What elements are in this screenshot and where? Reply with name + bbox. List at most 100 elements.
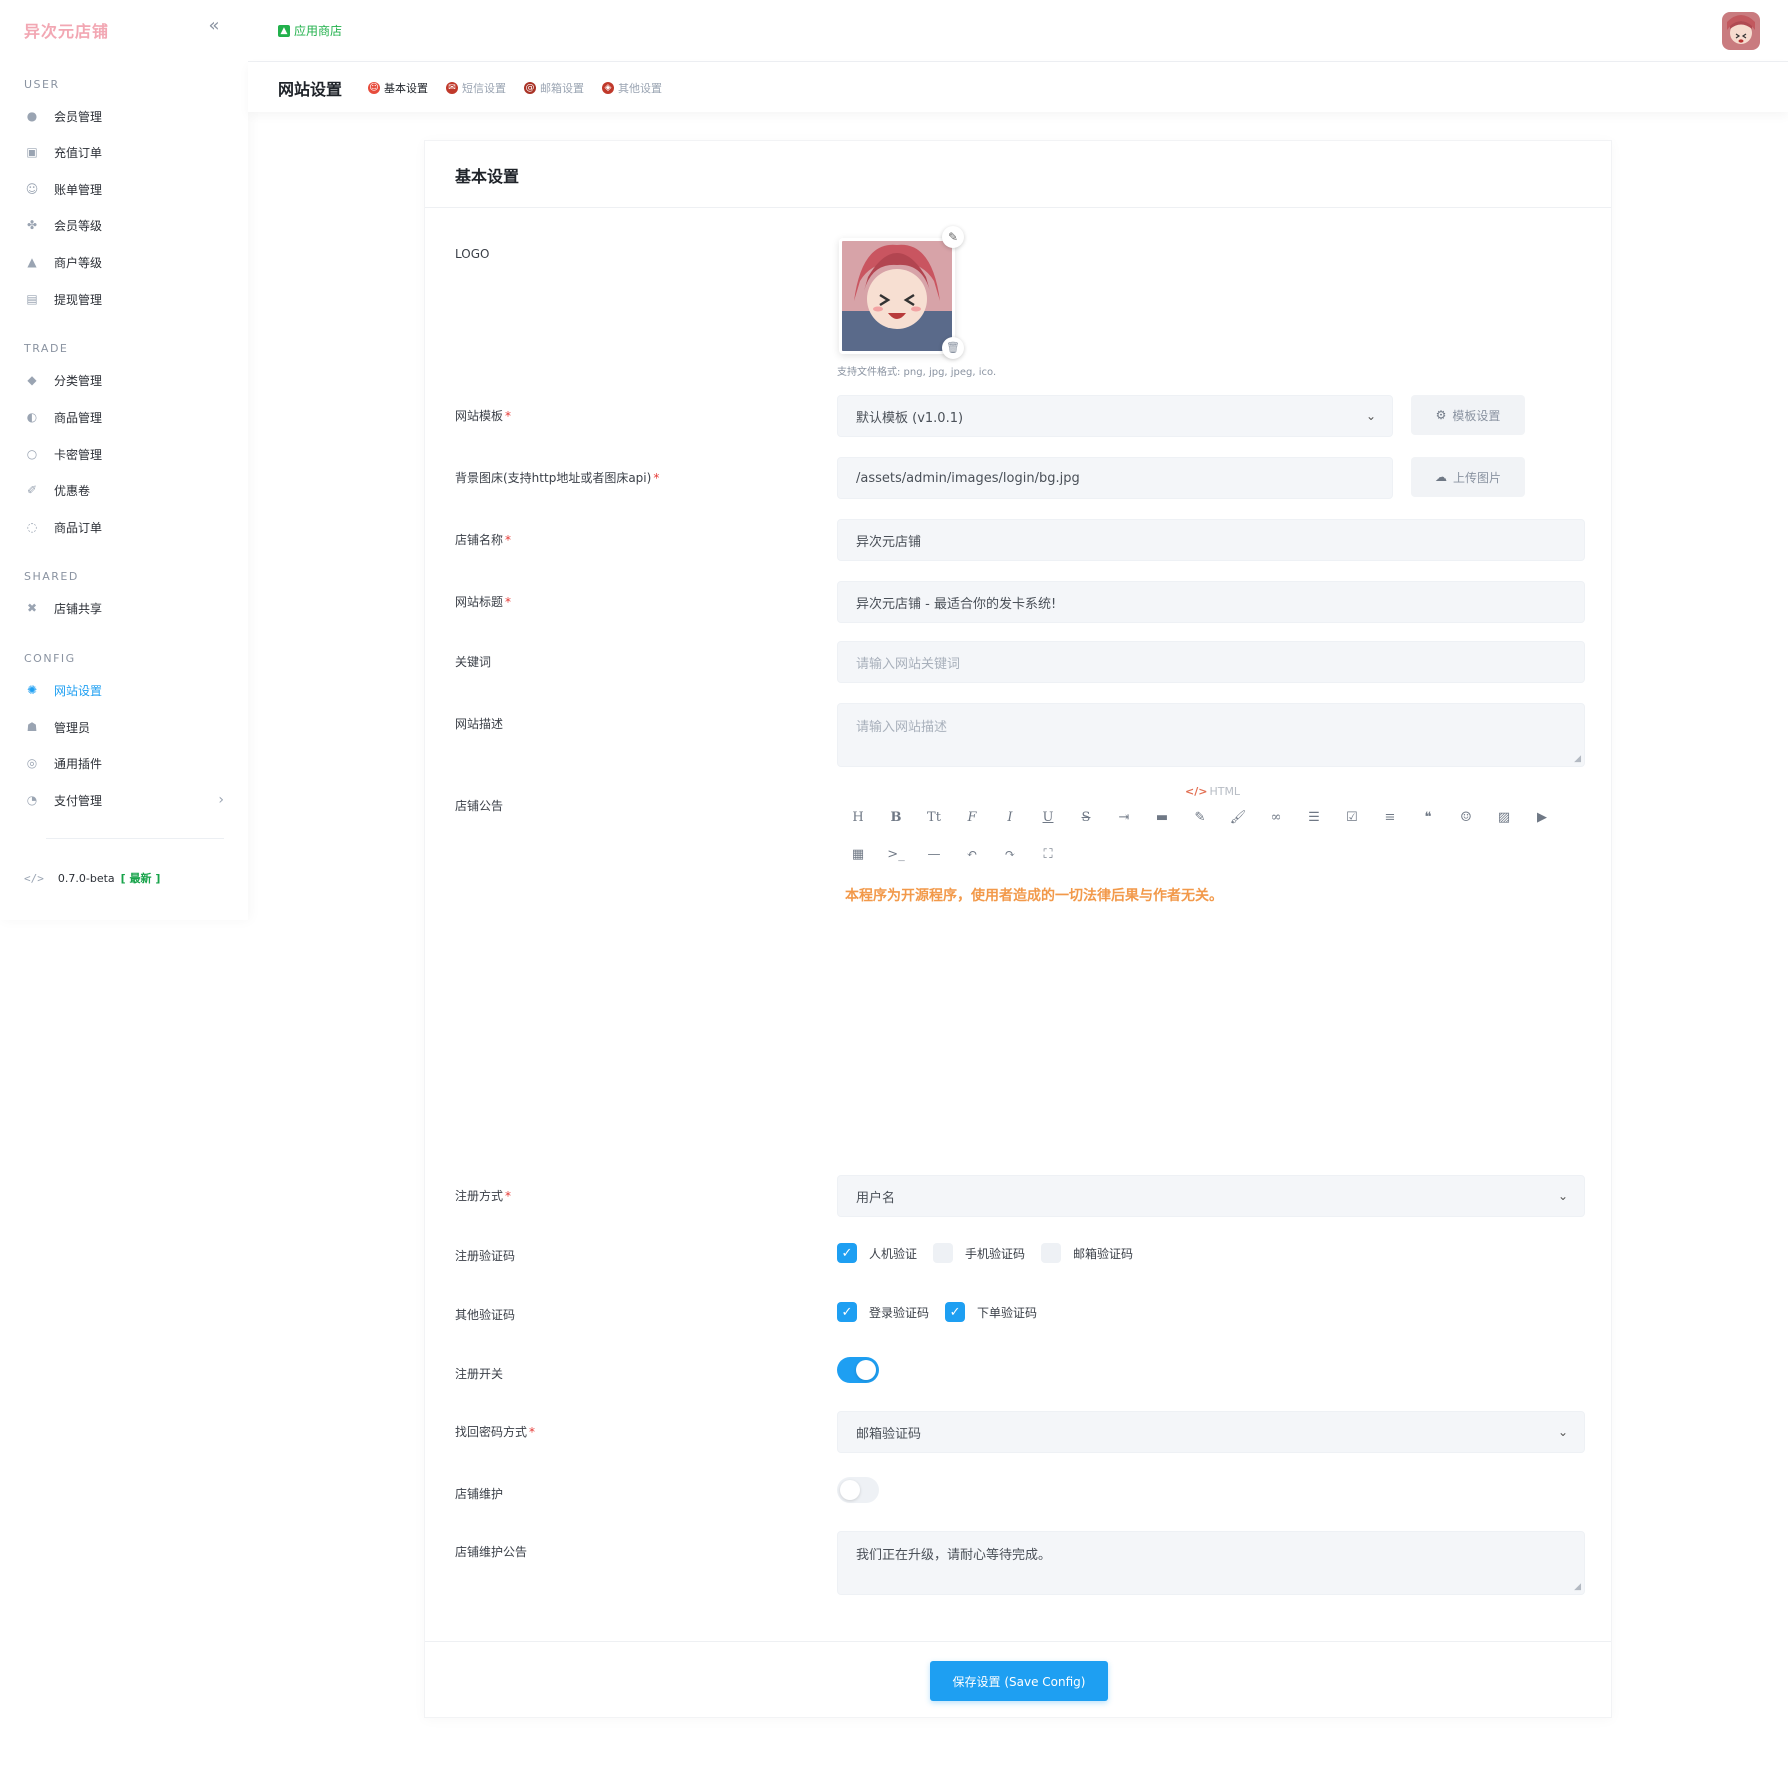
undo-icon[interactable]: ↶ bbox=[953, 844, 991, 866]
sidebar-item-members[interactable]: ● 会员管理 bbox=[24, 102, 228, 130]
fullscreen-icon[interactable]: ⛶ bbox=[1029, 844, 1067, 866]
notice-editor-content[interactable]: 本程序为开源程序，使用者造成的一切法律后果与作者无关。 bbox=[845, 885, 1223, 905]
maintenance-notice-label: 店铺维护公告 bbox=[455, 1545, 528, 1559]
sidebar-item-orders[interactable]: ◌ 商品订单 bbox=[24, 513, 228, 541]
tab-sms[interactable]: ✉ 短信设置 bbox=[446, 80, 506, 96]
maintenance-notice-textarea[interactable]: 我们正在升级，请耐心等待完成。 ◢ bbox=[837, 1531, 1585, 1595]
sidebar-item-share[interactable]: ✖ 店铺共享 bbox=[24, 594, 228, 622]
sidebar-item-member-level[interactable]: ✤ 会员等级 bbox=[24, 211, 228, 239]
text-color-icon[interactable]: ✎ bbox=[1181, 807, 1219, 829]
code-block-icon[interactable]: >_ bbox=[877, 844, 915, 866]
register-toggle[interactable] bbox=[837, 1357, 879, 1383]
collapse-sidebar-icon[interactable]: « bbox=[204, 16, 224, 36]
tab-email[interactable]: @ 邮箱设置 bbox=[524, 80, 584, 96]
logo-preview[interactable] bbox=[839, 238, 955, 354]
list-icon[interactable]: ☰ bbox=[1295, 807, 1333, 829]
table-icon[interactable]: ▦ bbox=[839, 844, 877, 866]
required-mark: * bbox=[653, 471, 660, 485]
description-textarea[interactable]: 请输入网站描述 ◢ bbox=[837, 703, 1585, 767]
topbar: ▲ 应用商店 bbox=[248, 0, 1788, 62]
maintenance-label: 店铺维护 bbox=[455, 1487, 504, 1501]
resize-handle-icon[interactable]: ◢ bbox=[1574, 1582, 1581, 1592]
sidebar-item-plugins[interactable]: ◎ 通用插件 bbox=[24, 749, 228, 777]
save-config-button[interactable]: 保存设置 (Save Config) bbox=[930, 1661, 1108, 1701]
logo-format-hint: 支持文件格式: png, jpg, jpeg, ico. bbox=[837, 367, 997, 378]
heading-icon[interactable]: H bbox=[839, 807, 877, 829]
sidebar-item-recharge[interactable]: ▣ 充值订单 bbox=[24, 138, 228, 166]
sidebar-item-site-settings[interactable]: ✺ 网站设置 bbox=[24, 676, 228, 704]
font-size-icon[interactable]: Tt bbox=[915, 807, 953, 829]
merchant-icon: ▲ bbox=[27, 255, 37, 269]
tab-basic[interactable]: ☺ 基本设置 bbox=[368, 80, 428, 96]
image-icon[interactable]: ▨ bbox=[1485, 807, 1523, 829]
sidebar-item-coupon[interactable]: ✐ 优惠卷 bbox=[24, 476, 228, 504]
required-mark: * bbox=[529, 1425, 536, 1439]
video-icon[interactable]: ▶ bbox=[1523, 807, 1561, 829]
sidebar-item-admin[interactable]: ☗ 管理员 bbox=[24, 713, 228, 741]
order-captcha-checkbox[interactable]: ✓ bbox=[945, 1302, 966, 1322]
share-icon: ✖ bbox=[26, 601, 38, 615]
app-store-link[interactable]: ▲ 应用商店 bbox=[278, 22, 342, 39]
line-height-icon[interactable]: ▬ bbox=[1143, 807, 1181, 829]
template-settings-button[interactable]: ⚙ 模板设置 bbox=[1411, 395, 1525, 435]
captcha-email-checkbox[interactable] bbox=[1041, 1243, 1062, 1263]
order-icon: ◌ bbox=[26, 520, 38, 534]
goods-icon: ◐ bbox=[26, 410, 38, 424]
keywords-input[interactable]: 请输入网站关键词 bbox=[837, 641, 1585, 683]
site-title-label: 网站标题 * bbox=[455, 595, 512, 609]
bold-icon[interactable]: B bbox=[877, 807, 915, 829]
brand-logo[interactable]: 异次元店铺 bbox=[24, 18, 109, 42]
latest-badge[interactable]: [ 最新 ] bbox=[121, 870, 161, 886]
chevron-down-icon: ⌄ bbox=[1557, 1425, 1568, 1439]
quote-icon[interactable]: ❝ bbox=[1409, 807, 1447, 829]
logo-label: LOGO bbox=[455, 247, 490, 261]
code-icon: </> bbox=[24, 871, 44, 885]
link-icon[interactable]: ∞ bbox=[1257, 807, 1295, 829]
background-input[interactable]: /assets/admin/images/login/bg.jpg bbox=[837, 457, 1393, 499]
sidebar-item-withdraw[interactable]: ▤ 提现管理 bbox=[24, 285, 228, 313]
template-label: 网站模板 * bbox=[455, 409, 512, 423]
todo-icon[interactable]: ☑ bbox=[1333, 807, 1371, 829]
sidebar-item-payment[interactable]: ◔ 支付管理 › bbox=[24, 786, 228, 814]
emoji-icon[interactable]: ☺ bbox=[1447, 807, 1485, 829]
other-captcha-label: 其他验证码 bbox=[455, 1308, 516, 1322]
editor-toolbar-row-2: ▦ >_ — ↶ ↷ ⛶ bbox=[839, 844, 1067, 866]
upload-image-button[interactable]: ☁ 上传图片 bbox=[1411, 457, 1525, 497]
delete-logo-icon[interactable]: 🗑 bbox=[942, 337, 964, 359]
sidebar-item-goods[interactable]: ◐ 商品管理 bbox=[24, 403, 228, 431]
login-captcha-checkbox[interactable]: ✓ bbox=[837, 1302, 857, 1322]
strikethrough-icon[interactable]: S bbox=[1067, 807, 1105, 829]
sidebar-item-category[interactable]: ◆ 分类管理 bbox=[24, 366, 228, 394]
maintenance-toggle[interactable] bbox=[837, 1477, 879, 1503]
register-method-select[interactable]: 用户名 ⌄ bbox=[837, 1175, 1585, 1217]
site-title-input[interactable]: 异次元店铺 - 最适合你的发卡系统! bbox=[837, 581, 1585, 623]
html-mode-toggle[interactable]: </> HTML bbox=[1185, 785, 1240, 798]
user-icon: ● bbox=[26, 109, 38, 123]
italic-icon[interactable]: I bbox=[991, 807, 1029, 829]
tab-other[interactable]: ◈ 其他设置 bbox=[602, 80, 662, 96]
toggle-knob bbox=[856, 1360, 876, 1380]
edit-logo-icon[interactable]: ✎ bbox=[942, 226, 964, 248]
captcha-phone-checkbox[interactable] bbox=[933, 1243, 954, 1263]
sidebar-item-bills[interactable]: ☺ 账单管理 bbox=[24, 175, 228, 203]
indent-icon[interactable]: ⇥ bbox=[1105, 807, 1143, 829]
align-icon[interactable]: ≡ bbox=[1371, 807, 1409, 829]
sidebar-item-merchant-level[interactable]: ▲ 商户等级 bbox=[24, 248, 228, 276]
divider-icon[interactable]: — bbox=[915, 844, 953, 866]
register-captcha-options: ✓ 人机验证 手机验证码 邮箱验证码 bbox=[837, 1243, 1149, 1263]
resize-handle-icon[interactable]: ◢ bbox=[1574, 754, 1581, 764]
redo-icon[interactable]: ↷ bbox=[991, 844, 1029, 866]
recover-method-select[interactable]: 邮箱验证码 ⌄ bbox=[837, 1411, 1585, 1453]
sidebar-item-cards[interactable]: ○ 卡密管理 bbox=[24, 440, 228, 468]
captcha-human-checkbox[interactable]: ✓ bbox=[837, 1243, 857, 1263]
background-label: 背景图床(支持http地址或者图床api) * bbox=[455, 471, 660, 485]
font-family-icon[interactable]: F bbox=[953, 807, 991, 829]
shop-name-input[interactable]: 异次元店铺 bbox=[837, 519, 1585, 561]
sms-tab-icon: ✉ bbox=[446, 82, 458, 94]
section-title-user: USER bbox=[24, 78, 60, 91]
background-color-icon[interactable]: 🖌 bbox=[1219, 807, 1257, 829]
template-select[interactable]: 默认模板 (v1.0.1) ⌄ bbox=[837, 395, 1393, 437]
user-avatar[interactable] bbox=[1722, 12, 1760, 50]
underline-icon[interactable]: U bbox=[1029, 807, 1067, 829]
card-title: 基本设置 bbox=[455, 167, 520, 186]
